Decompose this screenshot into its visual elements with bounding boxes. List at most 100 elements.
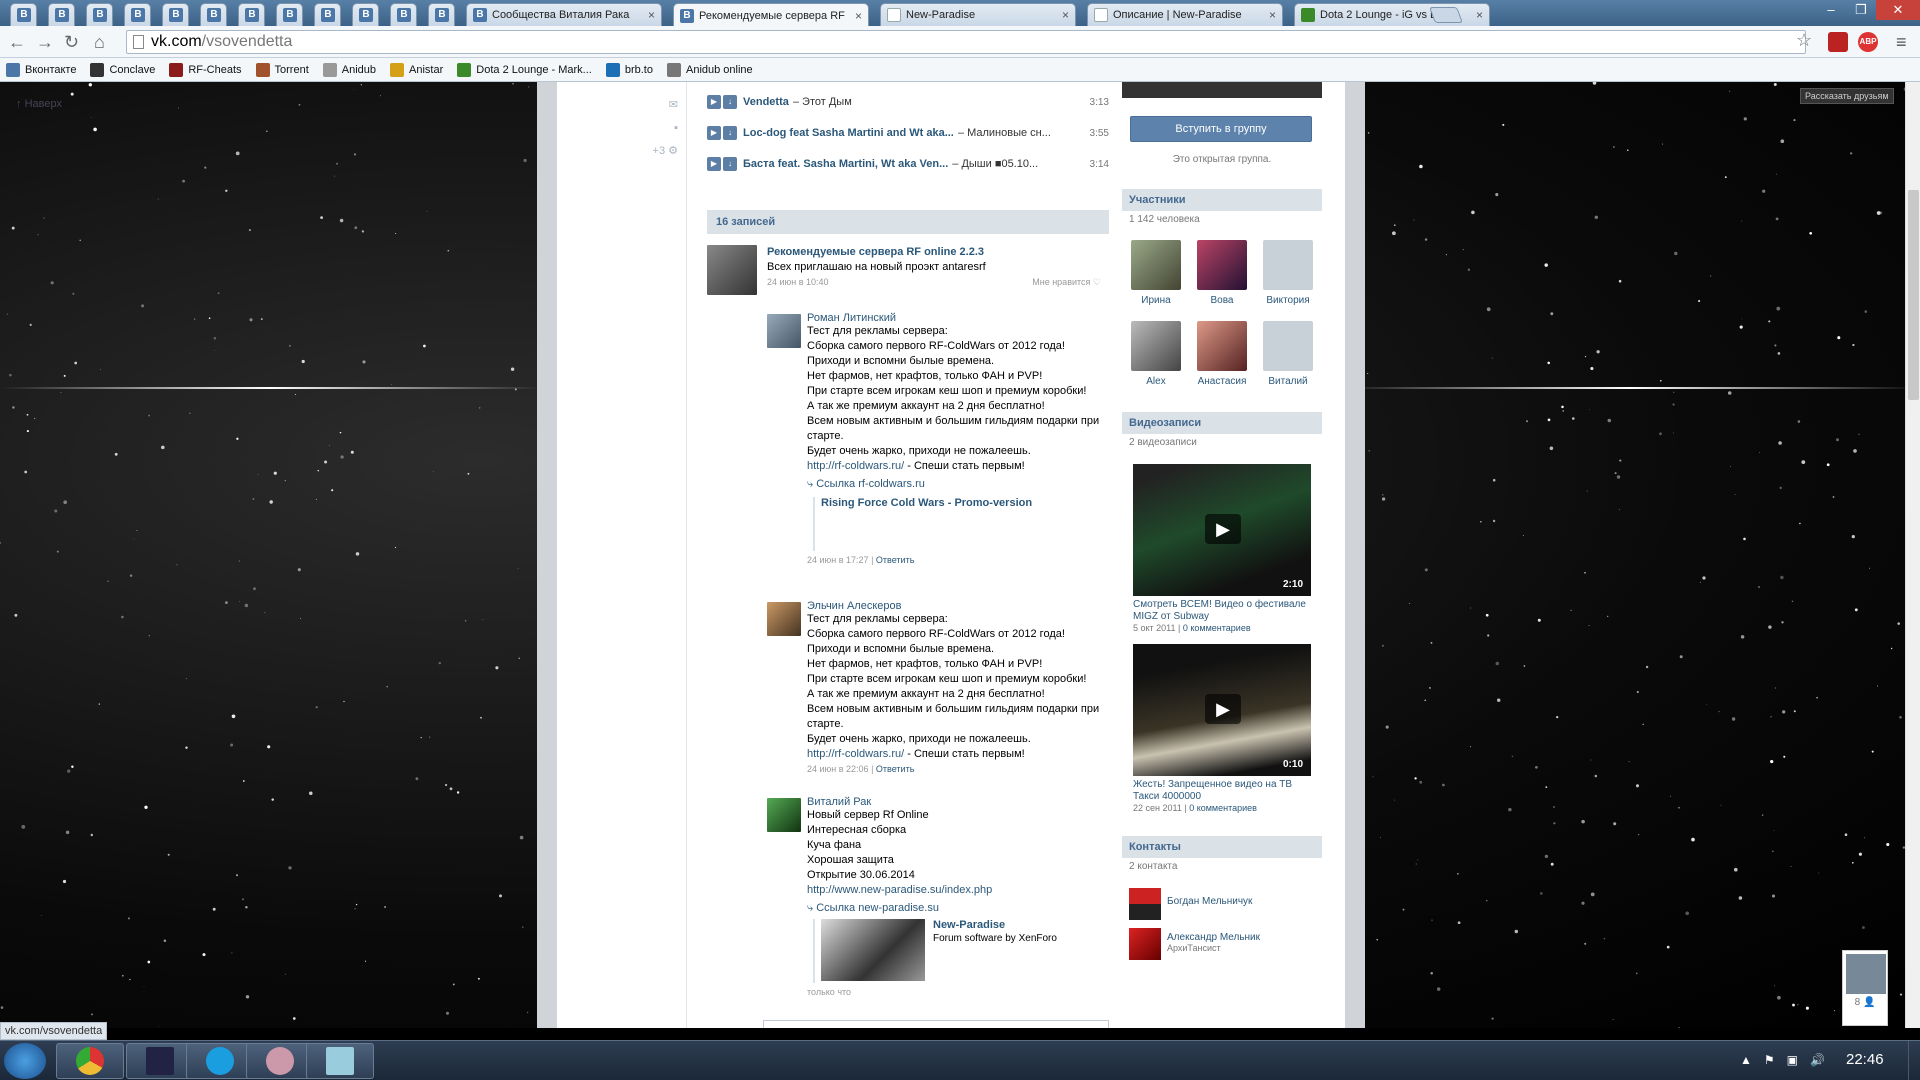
like-button[interactable]: Мне нравится ♡	[1032, 277, 1101, 288]
bookmark-item[interactable]: Anidub	[322, 62, 376, 77]
video-thumbnail[interactable]: ▶ 2:10	[1133, 464, 1311, 596]
audio-title[interactable]: – Малиновые сн...	[958, 127, 1051, 139]
bookmark-item[interactable]: Anistar	[390, 62, 443, 77]
link-preview[interactable]: New-Paradise Forum software by XenForo	[813, 919, 1109, 983]
tray-arrow-icon[interactable]: ▲	[1740, 1053, 1752, 1067]
browser-tab-pinned[interactable]: B	[200, 3, 227, 26]
browser-tab-pinned[interactable]: B	[162, 3, 189, 26]
forward-arrow-icon[interactable]: →	[36, 32, 54, 52]
new-tab-button[interactable]	[1429, 7, 1463, 23]
contact-photo[interactable]	[1129, 928, 1161, 960]
link-title[interactable]: New-Paradise	[933, 919, 1057, 931]
member-name[interactable]: Виктория	[1258, 295, 1318, 306]
download-icon[interactable]: ↓	[723, 157, 737, 171]
contacts-header[interactable]: Контакты	[1122, 836, 1322, 858]
browser-tab[interactable]: B Рекомендуемые сервера RF ×	[673, 3, 869, 27]
comment-icon[interactable]: ▪	[674, 122, 678, 134]
member-item[interactable]: Alex	[1126, 321, 1186, 387]
chat-avatar[interactable]	[1846, 954, 1886, 994]
extension-icon[interactable]	[1828, 32, 1848, 52]
browser-tab-pinned[interactable]: B	[314, 3, 341, 26]
audio-track[interactable]: ▶ ↓ Loc-dog feat Sasha Martini and Wt aka.…	[707, 123, 1109, 143]
audio-title[interactable]: – Дыши ■05.10...	[952, 158, 1038, 170]
bookmark-item[interactable]: Вконтакте	[6, 62, 76, 77]
comment-avatar[interactable]	[767, 602, 801, 636]
member-name[interactable]: Ирина	[1126, 295, 1186, 306]
member-photo[interactable]	[1263, 321, 1313, 371]
comment-author[interactable]: Эльчин Алескеров	[807, 600, 1109, 612]
member-item[interactable]: Вова	[1192, 240, 1252, 306]
play-icon[interactable]: ▶	[1205, 694, 1241, 724]
close-window-button[interactable]: ✕	[1876, 0, 1920, 20]
bookmark-star-icon[interactable]: ☆	[1796, 30, 1812, 51]
browser-tab[interactable]: Описание | New-Paradise ×	[1087, 3, 1283, 26]
audio-artist[interactable]: Loc-dog feat Sasha Martini and Wt aka...	[743, 127, 954, 139]
member-item[interactable]: Анастасия	[1192, 321, 1252, 387]
browser-tab-pinned[interactable]: B	[390, 3, 417, 26]
taskbar-skype[interactable]	[186, 1043, 254, 1079]
mail-icon[interactable]: ✉	[669, 98, 678, 111]
settings-counter[interactable]: +3 ⚙	[653, 144, 678, 157]
start-button[interactable]	[4, 1043, 46, 1079]
video-title[interactable]: Смотреть ВСЕМ! Видео о фестивале MIGZ от…	[1133, 599, 1313, 623]
audio-track[interactable]: ▶ ↓ Vendetta – Этот Дым 3:13	[707, 92, 1109, 112]
tab-close-icon[interactable]: ×	[1269, 8, 1276, 22]
chat-widget[interactable]: 8 👤	[1842, 950, 1888, 1026]
comment-input[interactable]	[763, 1020, 1109, 1028]
bookmark-item[interactable]: brb.to	[605, 62, 653, 77]
reload-icon[interactable]: ↻	[64, 32, 79, 52]
comment-author[interactable]: Роман Литинский	[807, 312, 1109, 324]
bookmark-item[interactable]: RF-Cheats	[169, 62, 242, 77]
link-label[interactable]: ⤷ Ссылка new-paradise.su	[807, 902, 1109, 915]
volume-icon[interactable]: 🔊	[1810, 1053, 1825, 1067]
reply-link[interactable]: Ответить	[876, 555, 914, 565]
audio-artist[interactable]: Баста feat. Sasha Martini, Wt aka Ven...	[743, 158, 948, 170]
tab-close-icon[interactable]: ×	[1062, 8, 1069, 22]
play-icon[interactable]: ▶	[1205, 514, 1241, 544]
member-photo[interactable]	[1197, 240, 1247, 290]
comment-url[interactable]: http://rf-coldwars.ru/	[807, 460, 904, 472]
menu-icon[interactable]: ≡	[1896, 32, 1907, 53]
show-desktop-button[interactable]	[1908, 1041, 1920, 1080]
videos-header[interactable]: Видеозаписи	[1122, 412, 1322, 434]
browser-tab-pinned[interactable]: B	[86, 3, 113, 26]
video-title[interactable]: Жесть! Запрещенное видео на ТВ Такси 400…	[1133, 779, 1313, 803]
audio-title[interactable]: – Этот Дым	[793, 96, 852, 108]
comment-date[interactable]: 24 июн в 22:06	[807, 764, 869, 774]
member-name[interactable]: Вова	[1192, 295, 1252, 306]
member-item[interactable]: Виталий	[1258, 321, 1318, 387]
member-photo[interactable]	[1263, 240, 1313, 290]
tab-close-icon[interactable]: ×	[648, 8, 655, 22]
video-comments[interactable]: 0 комментариев	[1189, 803, 1257, 813]
taskbar-chrome[interactable]	[56, 1043, 124, 1079]
browser-tab-pinned[interactable]: B	[428, 3, 455, 26]
tab-close-icon[interactable]: ×	[855, 9, 862, 23]
link-label[interactable]: ⤷ Ссылка rf-coldwars.ru	[807, 478, 1109, 491]
browser-tab-pinned[interactable]: B	[276, 3, 303, 26]
comment-avatar[interactable]	[767, 314, 801, 348]
play-icon[interactable]: ▶	[707, 95, 721, 109]
taskbar-paint[interactable]	[246, 1043, 314, 1079]
contact-name[interactable]: Богдан Мельничук	[1167, 896, 1252, 907]
back-arrow-icon[interactable]: ←	[8, 32, 26, 52]
video-thumbnail[interactable]: ▶ 0:10	[1133, 644, 1311, 776]
browser-tab[interactable]: New-Paradise ×	[880, 3, 1076, 26]
tab-close-icon[interactable]: ×	[1476, 8, 1483, 22]
member-name[interactable]: Виталий	[1258, 376, 1318, 387]
network-icon[interactable]: ▣	[1787, 1053, 1798, 1067]
post-title[interactable]: Рекомендуемые сервера RF online 2.2.3	[767, 246, 1109, 258]
browser-tab[interactable]: B Сообщества Виталия Рака ×	[466, 3, 662, 26]
member-item[interactable]: Виктория	[1258, 240, 1318, 306]
audio-artist[interactable]: Vendetta	[743, 96, 789, 108]
join-group-button[interactable]: Вступить в группу	[1130, 116, 1312, 142]
comment-url[interactable]: http://www.new-paradise.su/index.php	[807, 883, 1109, 898]
scrollbar-thumb[interactable]	[1908, 190, 1919, 400]
post-avatar[interactable]	[707, 245, 757, 295]
home-icon[interactable]: ⌂	[94, 32, 105, 52]
link-preview[interactable]: Rising Force Cold Wars - Promo-version	[813, 497, 1109, 551]
comment-date[interactable]: 24 июн в 17:27	[807, 555, 869, 565]
member-photo[interactable]	[1131, 240, 1181, 290]
bookmark-item[interactable]: Anidub online	[666, 62, 753, 77]
contact-item[interactable]: Александр Мельник АрхиТансист	[1129, 928, 1319, 960]
member-name[interactable]: Анастасия	[1192, 376, 1252, 387]
